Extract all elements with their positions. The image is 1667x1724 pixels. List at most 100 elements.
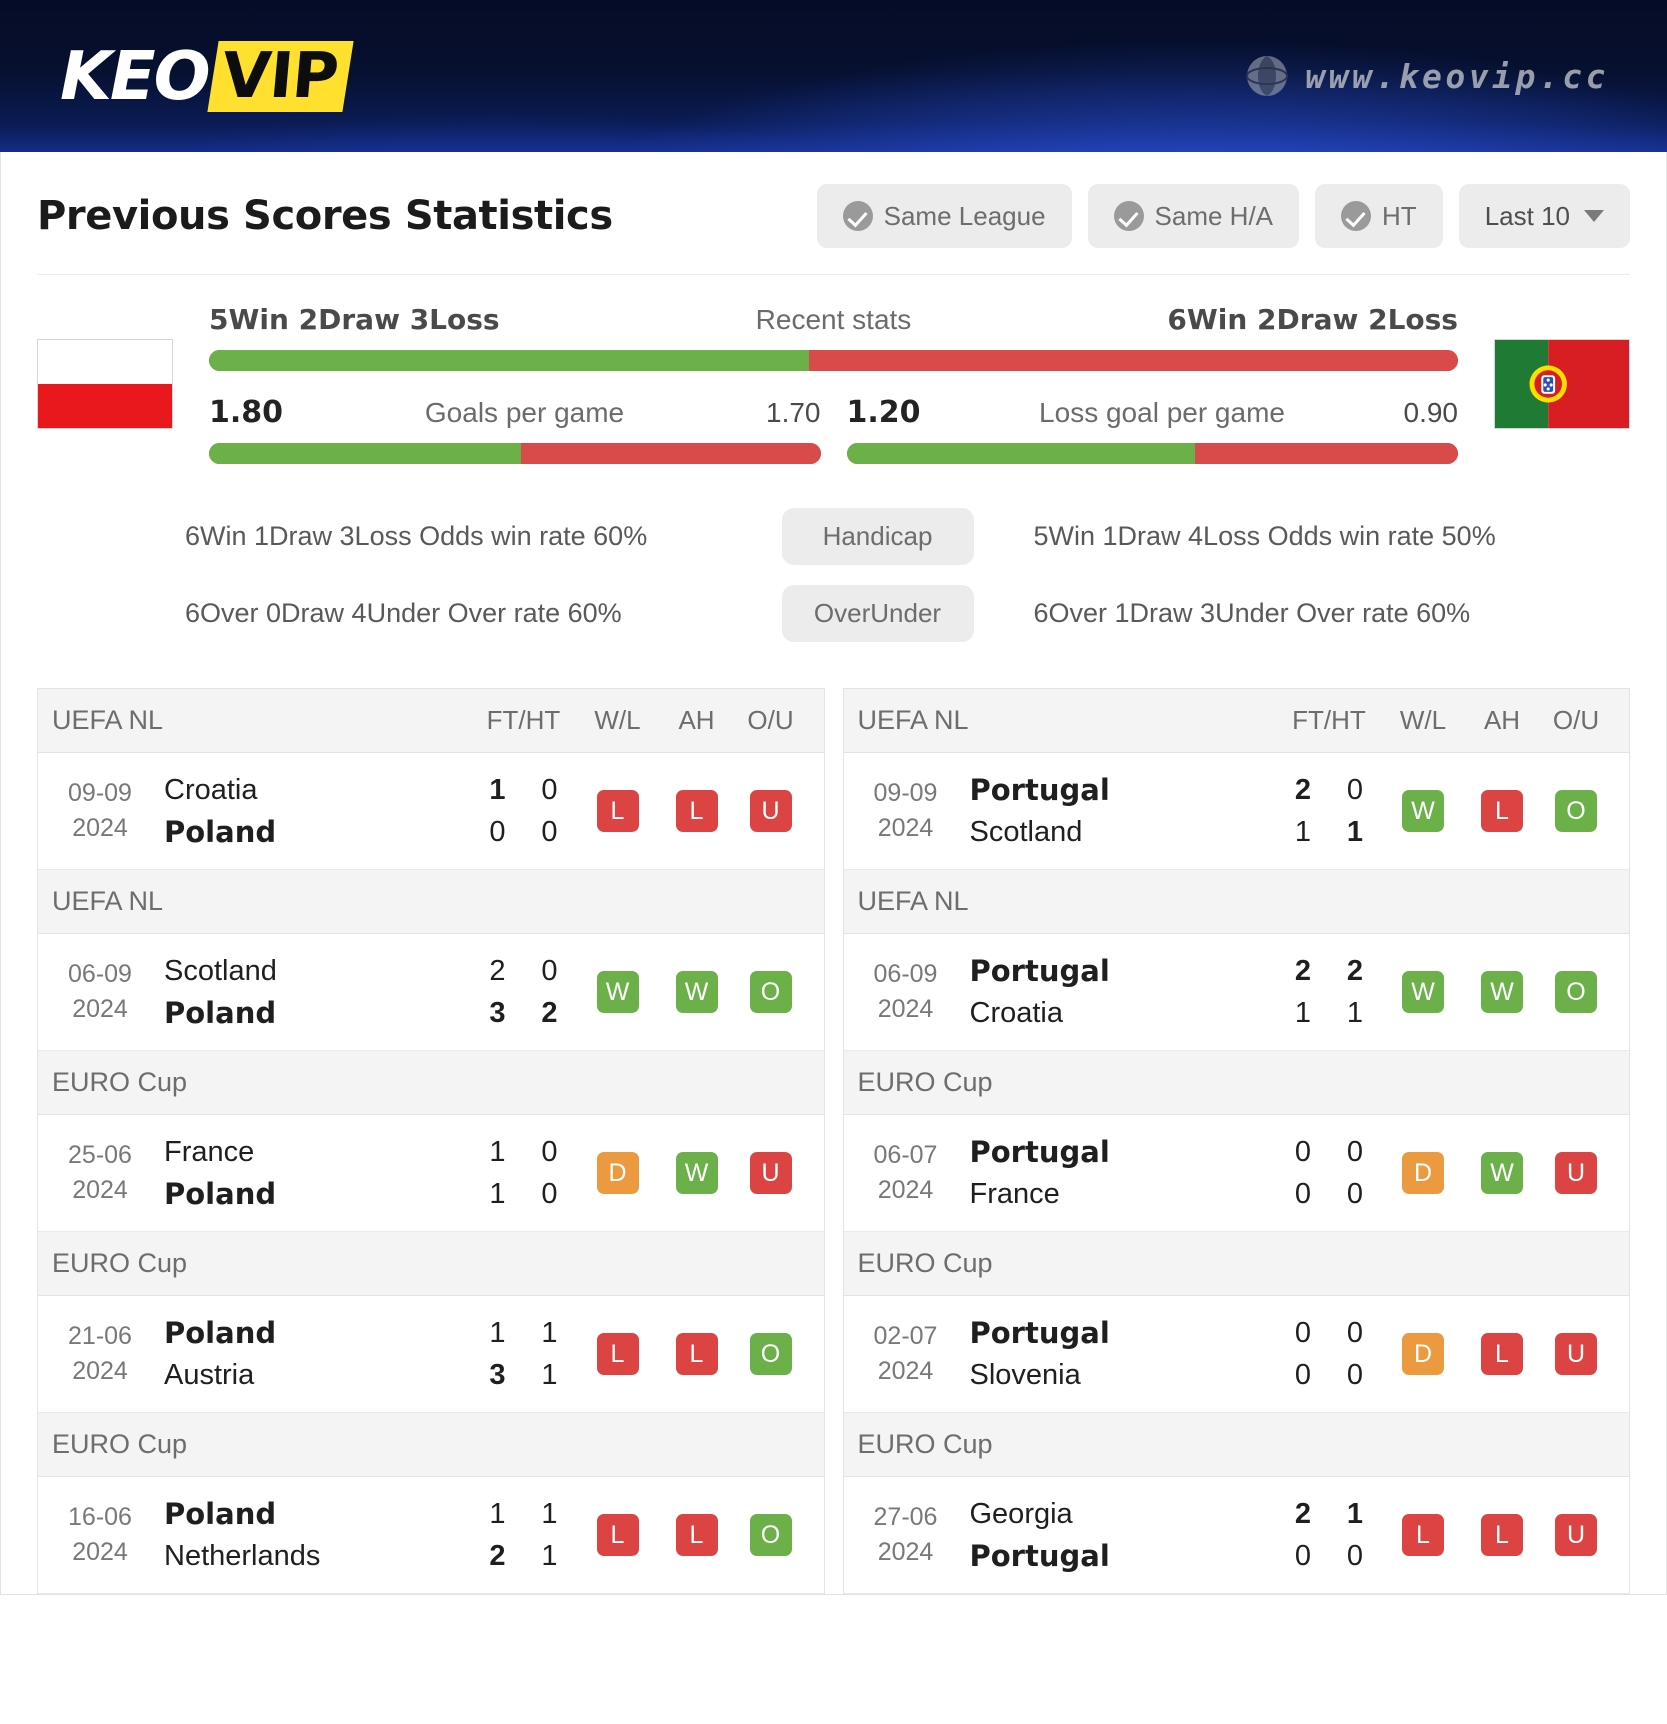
wl-badge-cell: D [1381, 1333, 1465, 1376]
away-team-name: Poland [164, 815, 277, 850]
column-ah: AH [678, 705, 715, 735]
league-name: UEFA NL [857, 705, 969, 735]
ou-badge-cell: O [1539, 971, 1613, 1014]
handicap-pill[interactable]: Handicap [781, 508, 974, 565]
wl-badge: W [1402, 790, 1444, 833]
full-time-scores: 13 [489, 1317, 506, 1392]
league-header: EURO Cup [38, 1232, 824, 1297]
wl-badge-cell: L [576, 1514, 660, 1557]
wl-badge: L [596, 790, 639, 833]
league-header: EURO Cup [843, 1232, 1629, 1297]
overunder-home-text: 6Over 0Draw 4Under Over rate 60% [185, 598, 622, 628]
half-time-scores: 10 [1346, 1498, 1364, 1573]
league-header: EURO Cup [843, 1051, 1629, 1116]
match-teams: Portugal Croatia [954, 950, 1278, 1034]
wl-badge-cell: L [576, 790, 660, 833]
away-team-name: Croatia [969, 997, 1064, 1030]
range-select-last10[interactable]: Last 10 [1458, 184, 1630, 248]
goals-bar-red [520, 443, 821, 464]
home-team-name: Portugal [969, 773, 1110, 807]
match-date: 02-07 2024 [873, 1321, 938, 1386]
column-ft-ht: FT/HT [1292, 705, 1366, 735]
table-row[interactable]: 06-09 2024 Scotland Poland 2 3 0 2 W W O [38, 934, 824, 1052]
home-team-match-table: UEFA NL FT/HT W/L AH O/U 09-09 2024 Croatia Pola… [37, 688, 825, 1595]
half-time-scores: 11 [541, 1498, 558, 1573]
ah-badge: L [675, 1514, 718, 1557]
per-game-stats: 1.80 Goals per game 1.70 1.20 Loss goal … [209, 371, 1458, 464]
brand-logo[interactable]: KEO VIP [60, 39, 354, 112]
home-team-name: Portugal [969, 954, 1110, 989]
league-header: UEFA NL [38, 870, 824, 935]
league-name: EURO Cup [52, 1248, 188, 1279]
comparison-body: 5Win 2Draw 3Loss Recent stats 6Win 2Draw… [187, 303, 1480, 464]
ah-badge-cell: W [1465, 1152, 1539, 1195]
handicap-home-text: 6Win 1Draw 3Loss Odds win rate 60% [185, 521, 648, 551]
ou-badge: O [1555, 790, 1597, 833]
match-date: 21-06 2024 [68, 1321, 132, 1386]
handicap-away-text: 5Win 1Draw 4Loss Odds win rate 50% [1033, 521, 1496, 551]
home-team-name: France [164, 1136, 255, 1169]
full-time-scores: 11 [489, 1136, 506, 1211]
ou-badge: U [1555, 1152, 1597, 1195]
table-row[interactable]: 06-07 2024 Portugal France 0 0 0 0 D W U [843, 1115, 1629, 1233]
ah-badge-cell: L [660, 1333, 734, 1376]
ah-badge: L [675, 1333, 718, 1376]
league-header: UEFA NL FT/HT W/L AH O/U [843, 689, 1629, 753]
column-wl: W/L [594, 705, 641, 735]
ou-badge-cell: U [734, 790, 808, 833]
ah-badge: W [675, 971, 718, 1014]
match-teams: Portugal Slovenia [954, 1312, 1278, 1396]
away-team-name: Netherlands [164, 1540, 321, 1573]
table-row[interactable]: 21-06 2024 Poland Austria 1 3 1 1 L L O [38, 1296, 824, 1414]
overunder-pill[interactable]: OverUnder [781, 585, 974, 642]
table-row[interactable]: 09-09 2024 Croatia Poland 1 0 0 0 L L U [38, 753, 824, 871]
league-header: UEFA NL FT/HT W/L AH O/U [38, 689, 824, 753]
away-team-name: Slovenia [969, 1359, 1081, 1392]
recent-stats-row: 5Win 2Draw 3Loss Recent stats 6Win 2Draw… [209, 303, 1458, 350]
wl-badge: D [1402, 1152, 1444, 1195]
match-date: 25-06 2024 [68, 1140, 132, 1205]
column-ah: AH [1483, 705, 1521, 735]
filter-same-ha[interactable]: Same H/A [1087, 184, 1300, 248]
table-row[interactable]: 06-09 2024 Portugal Croatia 2 1 2 1 W W O [843, 934, 1629, 1052]
home-flag-cell [37, 338, 187, 429]
table-row[interactable]: 09-09 2024 Portugal Scotland 2 1 0 1 W L O [843, 753, 1629, 871]
ou-badge: O [749, 1514, 792, 1557]
loss-goal-per-game-block: 1.20 Loss goal per game 0.90 [846, 395, 1458, 464]
site-url-block: www.keovip.cc [1245, 54, 1609, 98]
loss-home-value: 1.20 [846, 395, 921, 430]
away-team-name: Scotland [969, 816, 1083, 849]
half-time-scores: 01 [1346, 774, 1364, 849]
recent-bar-red [808, 350, 1458, 371]
table-row[interactable]: 02-07 2024 Portugal Slovenia 0 0 0 0 D L U [843, 1296, 1629, 1414]
ah-badge: L [675, 790, 718, 833]
league-header: EURO Cup [843, 1413, 1629, 1478]
match-teams: France Poland [148, 1131, 472, 1215]
home-team-name: Georgia [969, 1498, 1073, 1531]
full-time-scores: 10 [489, 774, 506, 849]
table-row[interactable]: 25-06 2024 France Poland 1 1 0 0 D W U [38, 1115, 824, 1233]
filter-ht[interactable]: HT [1315, 184, 1443, 248]
handicap-row: 6Win 1Draw 3Loss Odds win rate 60% Handi… [37, 498, 1630, 575]
ou-badge-cell: O [734, 1333, 808, 1376]
half-time-scores: 02 [541, 955, 558, 1030]
match-date: 06-07 2024 [873, 1140, 938, 1205]
ou-badge-cell: U [1539, 1152, 1613, 1195]
ou-badge: U [1555, 1514, 1597, 1557]
check-circle-icon [842, 201, 873, 231]
match-teams: Georgia Portugal [954, 1493, 1278, 1577]
column-ou: O/U [747, 705, 794, 735]
table-row[interactable]: 16-06 2024 Poland Netherlands 1 2 1 1 L L O [38, 1477, 824, 1595]
wl-badge: L [596, 1514, 639, 1557]
table-row[interactable]: 27-06 2024 Georgia Portugal 2 0 1 0 L L U [843, 1477, 1629, 1595]
league-name: EURO Cup [857, 1429, 993, 1460]
ou-badge-cell: O [734, 971, 808, 1014]
wl-badge: L [596, 1333, 639, 1376]
recent-stats-bar [209, 350, 1458, 371]
filter-group: Same League Same H/A HT Last 10 [816, 184, 1630, 248]
wl-badge-cell: L [1381, 1514, 1465, 1557]
filter-same-ha-label: Same H/A [1154, 200, 1274, 231]
wl-badge-cell: W [1381, 971, 1465, 1014]
away-team-name: Poland [164, 1177, 277, 1212]
filter-same-league[interactable]: Same League [816, 184, 1072, 248]
